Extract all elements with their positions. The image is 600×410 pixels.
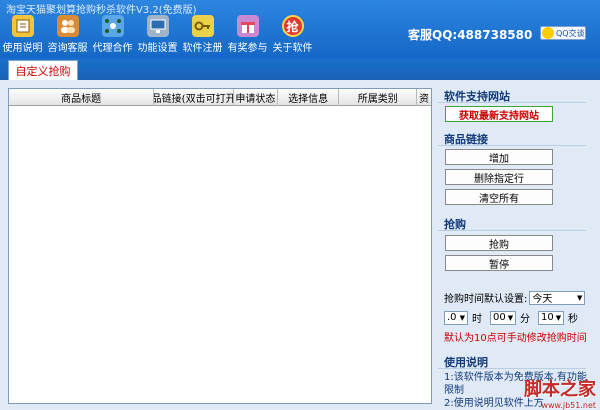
- clear-all-button[interactable]: 清空所有: [445, 189, 553, 205]
- toolbar-about-label: 关于软件: [272, 43, 313, 54]
- col-select-info[interactable]: 选择信息: [278, 89, 340, 106]
- about-badge-icon: 抢: [281, 15, 304, 37]
- col-product-link[interactable]: 品链接(双击可打开: [154, 89, 234, 106]
- toolbar-consult-label: 咨询客服: [47, 43, 88, 54]
- main-toolbar: 使用说明 咨询客服 代理合作 功能设置 软件注册 有奖参与 抢 关于软件: [0, 14, 315, 54]
- col-product-title[interactable]: 商品标题: [9, 89, 155, 106]
- help-book-icon: [11, 15, 34, 37]
- tab-custom-purchase[interactable]: 自定义抢购: [8, 60, 78, 80]
- side-panel: 软件支持网站 获取最新支持网站 商品链接 增加 删除指定行 清空所有 抢购 抢购…: [438, 88, 594, 409]
- monitor-settings-icon: [146, 15, 169, 37]
- main-panel: 商品标题 品链接(双击可打开 申请状态 选择信息 所属类别 资 软件支持网站 获…: [0, 80, 600, 410]
- minute-select[interactable]: 00 ▼: [490, 310, 516, 325]
- divider: [438, 368, 586, 369]
- day-select-value: 今天: [532, 294, 553, 305]
- toolbar-register-label: 软件注册: [182, 43, 223, 54]
- minute-unit: 分: [520, 314, 530, 325]
- qq-chat-button[interactable]: QQ交谈: [540, 26, 586, 40]
- toolbar-register-button[interactable]: 软件注册: [180, 14, 225, 54]
- toolbar-settings-button[interactable]: 功能设置: [135, 14, 180, 54]
- watermark-url: www.jb51.net: [541, 401, 596, 410]
- time-hint: 默认为10点可手动修改抢购时间: [444, 333, 587, 344]
- second-unit: 秒: [568, 314, 578, 325]
- divider: [438, 230, 586, 231]
- watermark-main: 脚本之家: [524, 379, 596, 400]
- hour-select[interactable]: .0 ▼: [444, 310, 468, 325]
- divider: [438, 145, 586, 146]
- toolbar-about-button[interactable]: 抢 关于软件: [270, 14, 315, 54]
- network-icon: [101, 15, 124, 37]
- tab-strip: 自定义抢购: [0, 58, 600, 80]
- qq-chat-label: QQ交谈: [556, 28, 585, 38]
- toolbar-agent-label: 代理合作: [92, 43, 133, 54]
- table-header: 商品标题 品链接(双击可打开 申请状态 选择信息 所属类别 资: [9, 89, 431, 106]
- toolbar-area: 淘宝天猫聚划算抢购秒杀软件V3.2(免费版) 使用说明 咨询客服 代理合作 功能…: [0, 0, 600, 58]
- pause-button[interactable]: 暂停: [445, 255, 553, 271]
- key-icon: [191, 15, 214, 37]
- watermark-logo: 脚本之家 www.jb51.net: [524, 375, 596, 410]
- minute-value: 00: [493, 312, 506, 323]
- toolbar-help-label: 使用说明: [2, 43, 43, 54]
- divider: [438, 102, 586, 103]
- gift-icon: [236, 15, 259, 37]
- time-default-label: 抢购时间默认设置:: [444, 294, 528, 305]
- qq-penguin-icon: [542, 27, 554, 39]
- chevron-down-icon: ▼: [576, 293, 583, 302]
- second-select[interactable]: 10 ▼: [538, 310, 564, 325]
- support-qq-text: 客服QQ:488738580: [408, 28, 533, 42]
- delete-row-button[interactable]: 删除指定行: [445, 169, 553, 185]
- hour-unit: 时: [472, 314, 482, 325]
- hour-value: .0: [447, 312, 457, 323]
- purchase-button[interactable]: 抢购: [445, 235, 553, 251]
- col-apply-status[interactable]: 申请状态: [234, 89, 278, 106]
- add-button[interactable]: 增加: [445, 149, 553, 165]
- product-table[interactable]: 商品标题 品链接(双击可打开 申请状态 选择信息 所属类别 资: [8, 88, 432, 404]
- toolbar-settings-label: 功能设置: [137, 43, 178, 54]
- toolbar-consult-button[interactable]: 咨询客服: [45, 14, 90, 54]
- toolbar-help-button[interactable]: 使用说明: [0, 14, 45, 54]
- toolbar-prize-label: 有奖参与: [227, 43, 268, 54]
- col-category[interactable]: 所属类别: [339, 89, 418, 106]
- second-value: 10: [541, 312, 554, 323]
- day-select[interactable]: 今天 ▼: [529, 290, 586, 305]
- col-extra[interactable]: 资: [417, 89, 431, 106]
- chevron-down-icon: ▼: [507, 313, 514, 322]
- people-icon: [56, 15, 79, 37]
- get-supported-sites-button[interactable]: 获取最新支持网站: [445, 106, 553, 122]
- time-fields-row: .0 ▼ 时 00 ▼ 分 10 ▼ 秒: [444, 310, 578, 325]
- chevron-down-icon: ▼: [555, 313, 562, 322]
- toolbar-prize-button[interactable]: 有奖参与: [225, 14, 270, 54]
- chevron-down-icon: ▼: [459, 313, 465, 322]
- toolbar-agent-button[interactable]: 代理合作: [90, 14, 135, 54]
- time-default-row: 抢购时间默认设置: 今天 ▼: [444, 290, 586, 305]
